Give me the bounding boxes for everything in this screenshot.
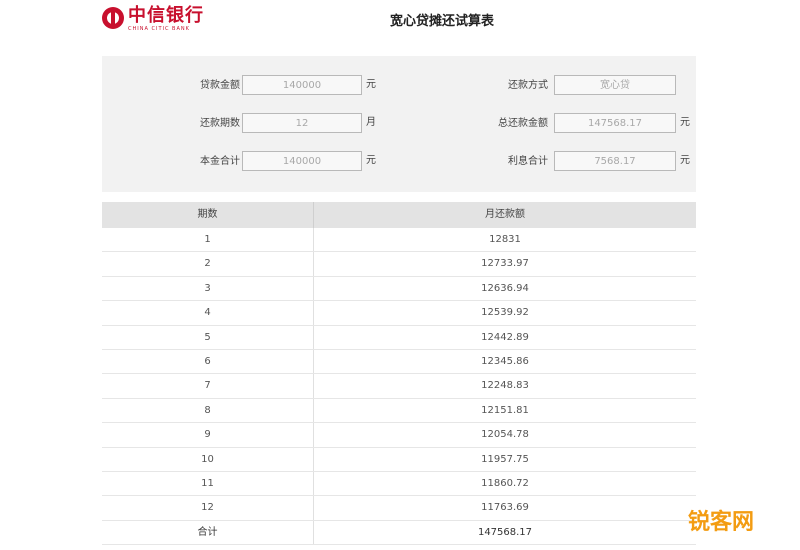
table-row: 6 12345.86 <box>102 349 696 375</box>
bank-name-cn: 中信银行 <box>128 5 204 26</box>
table-row: 7 12248.83 <box>102 374 696 399</box>
table-row: 4 12539.92 <box>102 301 696 326</box>
period-cell: 2 <box>204 258 211 270</box>
total-label: 合计 <box>197 526 218 538</box>
period-cell: 10 <box>201 453 214 465</box>
table-row: 1 12831 <box>102 228 696 253</box>
term-field[interactable]: 12 <box>242 113 362 133</box>
period-cell: 5 <box>204 331 211 343</box>
period-cell: 9 <box>204 429 211 441</box>
table-row: 12 11763.69 <box>102 496 696 521</box>
interest-total-label: 利息合计 <box>508 156 548 167</box>
bank-name-en: CHINA CITIC BANK <box>128 26 190 32</box>
monthly-payment-cell: 11860.72 <box>313 471 696 496</box>
interest-total-field[interactable]: 7568.17 <box>554 151 676 171</box>
monthly-payment-cell: 12151.81 <box>313 398 696 423</box>
page-title: 宽心贷摊还试算表 <box>389 14 494 29</box>
watermark-logo: 锐客网 <box>687 510 754 535</box>
term-unit: 月 <box>366 117 376 128</box>
bank-logo: 中信银行 CHINA CITIC BANK <box>102 6 204 33</box>
header: 中信银行 CHINA CITIC BANK 宽心贷摊还试算表 <box>102 0 696 44</box>
calculator-page: 中信银行 CHINA CITIC BANK 宽心贷摊还试算表 贷款金额 1400… <box>102 0 696 550</box>
total-repayment-field[interactable]: 147568.17 <box>554 113 676 133</box>
repayment-method-label: 还款方式 <box>508 80 548 91</box>
term-label: 还款期数 <box>200 118 240 129</box>
monthly-payment-cell: 11763.69 <box>313 496 696 520</box>
table-row: 9 12054.78 <box>102 423 696 448</box>
table-header: 期数 月还款额 <box>102 202 696 228</box>
principal-total-label: 本金合计 <box>200 156 240 167</box>
table-row: 10 11957.75 <box>102 447 696 472</box>
monthly-payment-cell: 12733.97 <box>313 252 696 276</box>
principal-total-unit: 元 <box>366 155 376 166</box>
period-cell: 1 <box>204 234 211 245</box>
period-cell: 8 <box>204 404 211 416</box>
table-row: 3 12636.94 <box>102 276 696 302</box>
period-cell: 4 <box>204 307 211 319</box>
monthly-payment-cell: 12054.78 <box>313 423 696 447</box>
loan-summary-form: 贷款金额 140000 元 还款方式 宽心贷 还款期数 12 月 总还款金额 1… <box>102 56 696 192</box>
bank-logo-icon <box>102 7 124 29</box>
column-header-monthly-payment: 月还款额 <box>313 202 696 228</box>
monthly-payment-cell: 12539.92 <box>313 301 696 325</box>
total-value: 147568.17 <box>313 520 696 545</box>
interest-total-unit: 元 <box>680 155 690 166</box>
table-row: 11 11860.72 <box>102 471 696 497</box>
table-body: 1 12831 2 12733.97 3 12636.94 4 12539.92 5 12442.… <box>102 228 696 521</box>
column-header-period: 期数 <box>197 209 218 220</box>
total-repayment-unit: 元 <box>680 117 690 128</box>
period-cell: 12 <box>201 502 214 514</box>
form-row-1: 贷款金额 140000 元 还款方式 宽心贷 <box>102 75 696 99</box>
period-cell: 7 <box>204 380 211 392</box>
table-row: 8 12151.81 <box>102 398 696 424</box>
monthly-payment-cell: 12442.89 <box>313 325 696 349</box>
table-row: 2 12733.97 <box>102 252 696 277</box>
period-cell: 11 <box>201 477 214 489</box>
monthly-payment-cell: 12248.83 <box>313 374 696 398</box>
period-cell: 6 <box>204 355 211 367</box>
monthly-payment-cell: 12831 <box>313 228 696 252</box>
monthly-payment-cell: 12636.94 <box>313 276 696 301</box>
form-row-2: 还款期数 12 月 总还款金额 147568.17 元 <box>102 113 696 137</box>
period-cell: 3 <box>204 282 211 294</box>
loan-amount-field[interactable]: 140000 <box>242 75 362 95</box>
principal-total-field[interactable]: 140000 <box>242 151 362 171</box>
monthly-payment-cell: 11957.75 <box>313 447 696 471</box>
monthly-payment-cell: 12345.86 <box>313 349 696 374</box>
form-row-3: 本金合计 140000 元 利息合计 7568.17 元 <box>102 151 696 175</box>
table-total-row: 合计 147568.17 <box>102 520 696 546</box>
total-repayment-label: 总还款金额 <box>498 118 548 129</box>
repayment-table: 期数 月还款额 1 12831 2 12733.97 3 12636.94 4 12539.9… <box>102 202 696 546</box>
loan-amount-unit: 元 <box>366 79 376 90</box>
table-row: 5 12442.89 <box>102 325 696 350</box>
loan-amount-label: 贷款金额 <box>200 80 240 91</box>
repayment-method-field[interactable]: 宽心贷 <box>554 75 676 95</box>
